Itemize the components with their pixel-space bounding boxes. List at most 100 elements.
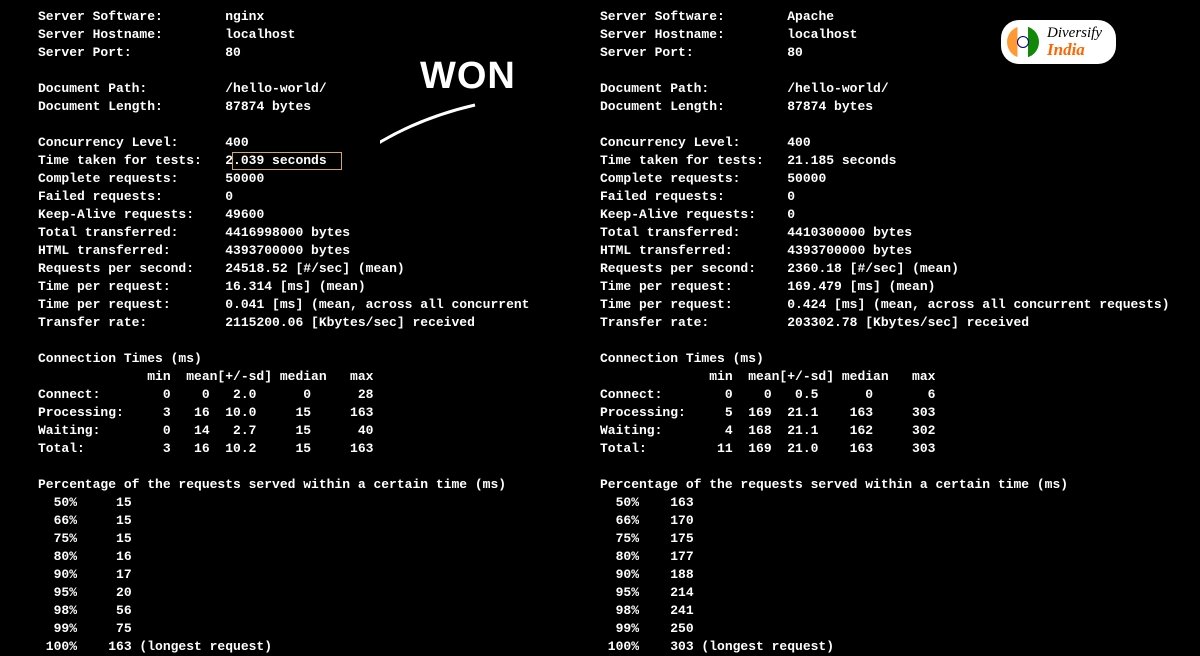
label: Total transferred: [38, 225, 178, 240]
pct-header: Percentage of the requests served within… [38, 477, 506, 492]
value: localhost [787, 27, 857, 42]
label: Time per request: [38, 297, 171, 312]
value: 50000 [787, 171, 826, 186]
label: HTML transferred: [600, 243, 733, 258]
pct-row: 98% 56 [38, 603, 132, 618]
label: Server Software: [38, 9, 163, 24]
label: Transfer rate: [38, 315, 147, 330]
label: Time per request: [600, 279, 733, 294]
pct-row: 66% 15 [38, 513, 132, 528]
value: 203302.78 [Kbytes/sec] received [787, 315, 1029, 330]
label: Time taken for tests: [600, 153, 764, 168]
pct-row: 75% 15 [38, 531, 132, 546]
pct-header: Percentage of the requests served within… [600, 477, 1068, 492]
label: Server Hostname: [600, 27, 725, 42]
pct-row: 75% 175 [600, 531, 694, 546]
diversify-india-badge: Diversify India [1001, 20, 1116, 64]
pct-row: 99% 75 [38, 621, 132, 636]
pct-row: 80% 16 [38, 549, 132, 564]
label: Document Length: [38, 99, 163, 114]
pct-row: 50% 163 [600, 495, 694, 510]
value: 49600 [225, 207, 264, 222]
label: Server Port: [38, 45, 132, 60]
value: 0.424 [ms] (mean, across all concurrent … [787, 297, 1169, 312]
value: 4393700000 bytes [787, 243, 912, 258]
value: /hello-world/ [225, 81, 326, 96]
apache-panel: Server Software: Apache Server Hostname:… [600, 8, 1200, 656]
conn-cols: min mean[+/-sd] median max [38, 369, 373, 384]
pct-row: 100% 163 (longest request) [38, 639, 272, 654]
conn-waiting: Waiting: 4 168 21.1 162 302 [600, 423, 935, 438]
time-taken-value: 2.039 seconds [225, 153, 326, 168]
value: 169.479 [ms] (mean) [787, 279, 935, 294]
label: Document Path: [600, 81, 709, 96]
value: 4416998000 bytes [225, 225, 350, 240]
value: 400 [787, 135, 810, 150]
pct-row: 99% 250 [600, 621, 694, 636]
pct-row: 50% 15 [38, 495, 132, 510]
value: /hello-world/ [787, 81, 888, 96]
value: 4393700000 bytes [225, 243, 350, 258]
nginx-panel: Server Software: nginx Server Hostname: … [38, 8, 600, 656]
value: 24518.52 [#/sec] (mean) [225, 261, 404, 276]
pct-row: 66% 170 [600, 513, 694, 528]
won-annotation: WON [420, 55, 516, 98]
pct-row: 80% 177 [600, 549, 694, 564]
label: HTML transferred: [38, 243, 171, 258]
value: 0.041 [ms] (mean, across all concurrent [225, 297, 529, 312]
conn-waiting: Waiting: 0 14 2.7 15 40 [38, 423, 373, 438]
label: Server Port: [600, 45, 694, 60]
label: Complete requests: [38, 171, 178, 186]
pct-row: 95% 20 [38, 585, 132, 600]
value: 50000 [225, 171, 264, 186]
india-flag-icon [1007, 26, 1039, 58]
pct-row: 95% 214 [600, 585, 694, 600]
label: Document Length: [600, 99, 725, 114]
label: Transfer rate: [600, 315, 709, 330]
pct-row: 98% 241 [600, 603, 694, 618]
value: 0 [787, 207, 795, 222]
label: Time per request: [38, 279, 171, 294]
value: 80 [787, 45, 803, 60]
conn-total: Total: 3 16 10.2 15 163 [38, 441, 373, 456]
label: Time per request: [600, 297, 733, 312]
conn-connect: Connect: 0 0 0.5 0 6 [600, 387, 935, 402]
value: 4410300000 bytes [787, 225, 912, 240]
value: 87874 bytes [225, 99, 311, 114]
label: Failed requests: [600, 189, 725, 204]
value: 2360.18 [#/sec] (mean) [787, 261, 959, 276]
value: 16.314 [ms] (mean) [225, 279, 365, 294]
value: 2115200.06 [Kbytes/sec] received [225, 315, 475, 330]
badge-line1: Diversify [1047, 26, 1102, 41]
conn-cols: min mean[+/-sd] median max [600, 369, 935, 384]
value: 21.185 seconds [787, 153, 896, 168]
label: Time taken for tests: [38, 153, 202, 168]
label: Server Software: [600, 9, 725, 24]
pct-row: 90% 17 [38, 567, 132, 582]
badge-text: Diversify India [1047, 26, 1102, 58]
label: Concurrency Level: [38, 135, 178, 150]
badge-line2: India [1047, 41, 1102, 58]
value: 80 [225, 45, 241, 60]
conn-times-header: Connection Times (ms) [600, 351, 764, 366]
value: 87874 bytes [787, 99, 873, 114]
label: Requests per second: [600, 261, 756, 276]
conn-connect: Connect: 0 0 2.0 0 28 [38, 387, 373, 402]
pct-row: 90% 188 [600, 567, 694, 582]
value: nginx [225, 9, 264, 24]
label: Failed requests: [38, 189, 163, 204]
value: 0 [225, 189, 233, 204]
label: Keep-Alive requests: [600, 207, 756, 222]
label: Concurrency Level: [600, 135, 740, 150]
label: Total transferred: [600, 225, 740, 240]
label: Server Hostname: [38, 27, 163, 42]
label: Requests per second: [38, 261, 194, 276]
conn-processing: Processing: 5 169 21.1 163 303 [600, 405, 935, 420]
value: Apache [787, 9, 834, 24]
value: localhost [225, 27, 295, 42]
conn-processing: Processing: 3 16 10.0 15 163 [38, 405, 373, 420]
pct-row: 100% 303 (longest request) [600, 639, 834, 654]
label: Document Path: [38, 81, 147, 96]
label: Keep-Alive requests: [38, 207, 194, 222]
conn-total: Total: 11 169 21.0 163 303 [600, 441, 935, 456]
